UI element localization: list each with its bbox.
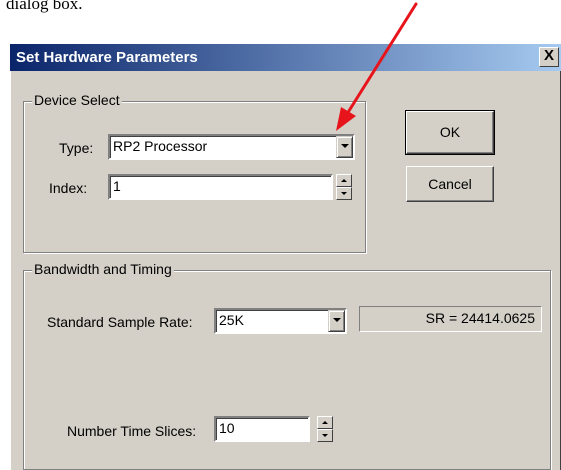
type-value: RP2 Processor [113, 138, 208, 154]
time-slices-spinner[interactable] [317, 416, 333, 442]
title-bar: Set Hardware Parameters X [10, 44, 561, 71]
time-slices-value: 10 [219, 420, 235, 436]
sample-rate-dropdown-button[interactable] [328, 310, 345, 332]
sample-rate-combobox[interactable]: 25K [214, 308, 347, 334]
bandwidth-timing-legend: Bandwidth and Timing [32, 261, 174, 277]
time-slices-spin-up-button[interactable] [317, 416, 333, 429]
document-text-fragment: dialog box. [6, 0, 83, 13]
arrow-down-icon [322, 434, 328, 437]
index-spin-down-button[interactable] [336, 187, 352, 200]
index-spin-up-button[interactable] [336, 174, 352, 187]
arrow-down-icon [341, 192, 347, 195]
device-select-group: Device Select Type: RP2 Processor Index:… [23, 92, 366, 253]
time-slices-input[interactable]: 10 [214, 416, 310, 442]
sample-rate-value: 25K [219, 312, 244, 328]
close-button[interactable]: X [539, 47, 559, 67]
index-input[interactable]: 1 [108, 174, 333, 200]
set-hardware-parameters-dialog: Set Hardware Parameters X Device Select … [10, 44, 561, 470]
time-slices-label: Number Time Slices: [67, 423, 197, 439]
ok-button-label: OK [439, 124, 461, 140]
index-value: 1 [113, 178, 121, 194]
chevron-down-icon [341, 144, 349, 148]
arrow-up-icon [322, 421, 328, 424]
sr-readout-text: SR = 24414.0625 [425, 310, 535, 326]
dialog-title: Set Hardware Parameters [16, 49, 198, 66]
time-slices-spin-down-button[interactable] [317, 429, 333, 442]
type-combobox[interactable]: RP2 Processor [108, 134, 355, 160]
type-label: Type: [59, 140, 94, 156]
index-label: Index: [49, 180, 88, 196]
cancel-button-label: Cancel [428, 176, 472, 192]
ok-button[interactable]: OK [405, 110, 495, 155]
chevron-down-icon [333, 318, 341, 322]
device-select-legend: Device Select [32, 92, 122, 108]
close-icon: X [543, 47, 554, 64]
cancel-button[interactable]: Cancel [406, 166, 494, 202]
type-dropdown-button[interactable] [336, 136, 353, 158]
sample-rate-label: Standard Sample Rate: [47, 314, 193, 330]
bandwidth-timing-group: Bandwidth and Timing Standard Sample Rat… [23, 261, 551, 470]
arrow-up-icon [341, 179, 347, 182]
index-spinner[interactable] [336, 174, 352, 200]
sample-rate-readout: SR = 24414.0625 [359, 306, 542, 332]
